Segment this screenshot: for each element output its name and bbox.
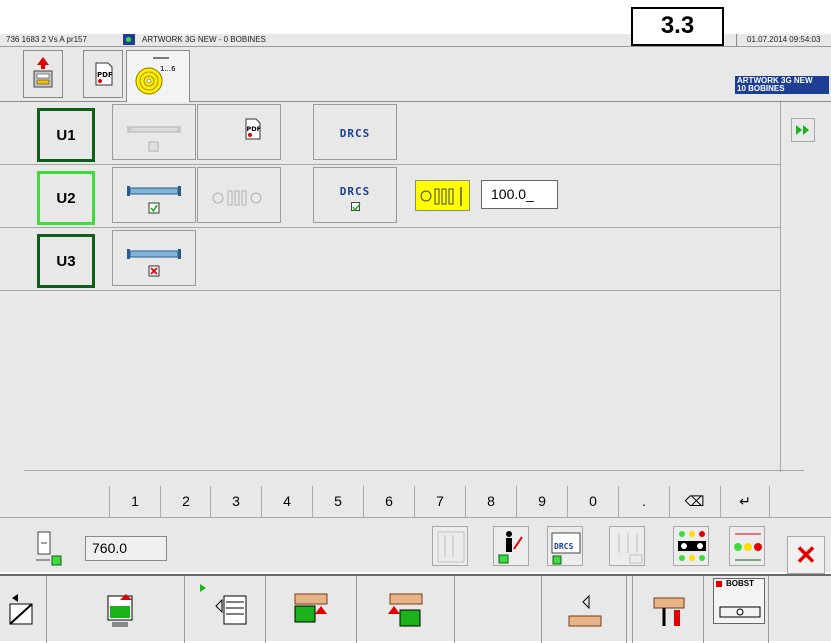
screen-number: 3.3	[631, 7, 724, 46]
length-icon	[34, 528, 64, 568]
job-badge-line2: 10 BOBINES	[737, 84, 785, 93]
nav-document[interactable]	[186, 576, 266, 643]
sequence-button[interactable]	[673, 526, 709, 566]
slitter-disabled-icon	[618, 533, 643, 564]
key-0[interactable]: 0	[567, 486, 618, 518]
job-title: ARTWORK 3G NEW - 0 BOBINES	[142, 35, 266, 44]
sequence-icon	[678, 531, 706, 561]
bobst-mark	[716, 581, 722, 587]
nav-tools[interactable]	[634, 576, 704, 643]
bobst-label: BOBST	[726, 579, 754, 588]
datetime: 01.07.2014 09:54:03	[736, 34, 831, 46]
dracs-label: DRCS	[339, 185, 371, 198]
operator-button[interactable]	[493, 526, 529, 566]
spacing-icon	[734, 533, 762, 561]
unit-button-u3[interactable]: U3	[37, 234, 95, 288]
nav-machine-monitor[interactable]	[267, 576, 357, 643]
key-8[interactable]: 8	[465, 486, 516, 518]
svg-text:1...6: 1...6	[160, 65, 176, 73]
shaft-enabled-icon	[127, 186, 181, 214]
length-input[interactable]: 760.0	[85, 536, 167, 561]
operator-icon	[498, 531, 523, 564]
pdf-icon: PDF	[95, 62, 113, 86]
nav-unload[interactable]	[0, 576, 47, 643]
nav-machine-download[interactable]	[358, 576, 455, 643]
pdf-button[interactable]: PDF	[83, 50, 123, 98]
key-7[interactable]: 7	[414, 486, 465, 518]
nav-monitor-upload[interactable]	[48, 576, 185, 643]
pdf-icon: PDF	[245, 118, 262, 140]
unload-button[interactable]	[23, 50, 63, 98]
tools-icon	[653, 597, 685, 626]
svg-text:PDF: PDF	[97, 71, 113, 79]
core-width-icon	[415, 180, 470, 211]
svg-text:PDF: PDF	[247, 125, 262, 133]
nav-machine-layout[interactable]	[543, 576, 627, 643]
machine-info: 736 1683 2 Vs A pr157	[6, 35, 87, 44]
core-width-input[interactable]: 100.0_	[481, 180, 558, 209]
core-button-u2[interactable]	[197, 167, 281, 223]
dracs-sequence-button[interactable]: DRCS	[547, 526, 583, 566]
machine-icon	[719, 606, 761, 618]
dracs-check-icon	[351, 202, 361, 212]
dracs-button-u2[interactable]: DRCS	[313, 167, 397, 223]
top-toolbar: PDF 1...6 ARTWORK 3G NEW 10 BOBINES	[0, 47, 831, 102]
nav-bobst[interactable]: BOBST	[705, 576, 769, 643]
unit-row-u1: U1 PDF DRCS	[0, 102, 780, 165]
right-divider	[780, 102, 781, 472]
spacing-button[interactable]	[729, 526, 765, 566]
shaft-rejected-icon	[127, 249, 181, 277]
app-icon	[123, 34, 135, 45]
unit-button-u2[interactable]: U2	[37, 171, 95, 225]
machine-download-icon	[388, 593, 423, 627]
key-5[interactable]: 5	[312, 486, 363, 518]
fast-forward-icon	[796, 125, 809, 135]
key-backspace[interactable]: ⌫	[669, 486, 719, 518]
bobst-logo: BOBST	[713, 578, 765, 624]
shaft-disabled-icon	[127, 126, 181, 152]
key-4[interactable]: 4	[261, 486, 312, 518]
svg-text:DRCS: DRCS	[554, 542, 573, 551]
core-disabled-icon	[212, 190, 262, 206]
key-6[interactable]: 6	[363, 486, 414, 518]
key-3[interactable]: 3	[210, 486, 261, 518]
machine-monitor-icon	[294, 593, 328, 623]
layout-disabled-button[interactable]	[432, 526, 468, 566]
reel-sequence-tab[interactable]: 1...6	[126, 50, 190, 102]
numeric-keypad: 1 2 3 4 5 6 7 8 9 0 . ⌫ ↵	[24, 470, 804, 518]
unload-sheet-icon	[9, 594, 33, 625]
nav-separator	[628, 576, 633, 643]
fast-forward-button[interactable]	[791, 118, 815, 142]
job-badge: ARTWORK 3G NEW 10 BOBINES	[735, 76, 829, 94]
unit-row-u3: U3	[0, 228, 780, 291]
key-2[interactable]: 2	[160, 486, 211, 518]
layout-disabled-icon	[437, 531, 465, 563]
monitor-upload-icon	[107, 594, 133, 627]
key-enter[interactable]: ↵	[720, 486, 770, 518]
slitter-disabled-button[interactable]	[609, 526, 645, 566]
shaft-button-u2[interactable]	[112, 167, 196, 223]
shaft-button-u3[interactable]	[112, 230, 196, 286]
shaft-button-u1[interactable]	[112, 104, 196, 160]
key-1[interactable]: 1	[109, 486, 160, 518]
pdf-cell-u1[interactable]: PDF	[197, 104, 281, 160]
dracs-sequence-icon: DRCS	[551, 532, 581, 565]
document-icon	[200, 584, 247, 625]
unit-row-u2: U2 DRCS 100.0_	[0, 165, 780, 228]
nav-blank[interactable]	[456, 576, 542, 643]
machine-layout-icon	[568, 594, 602, 627]
unload-icon	[33, 57, 53, 88]
lower-toolbar: 760.0 DRCS ✕	[0, 517, 831, 574]
cancel-button[interactable]: ✕	[787, 536, 825, 574]
unit-button-u1[interactable]: U1	[37, 108, 95, 162]
key-9[interactable]: 9	[516, 486, 567, 518]
dracs-button-u1[interactable]: DRCS	[313, 104, 397, 160]
key-decimal[interactable]: .	[618, 486, 669, 518]
dracs-label: DRCS	[339, 127, 371, 140]
reel-sequence-icon: 1...6	[135, 57, 176, 95]
bottom-navigation: BOBST	[0, 574, 831, 643]
